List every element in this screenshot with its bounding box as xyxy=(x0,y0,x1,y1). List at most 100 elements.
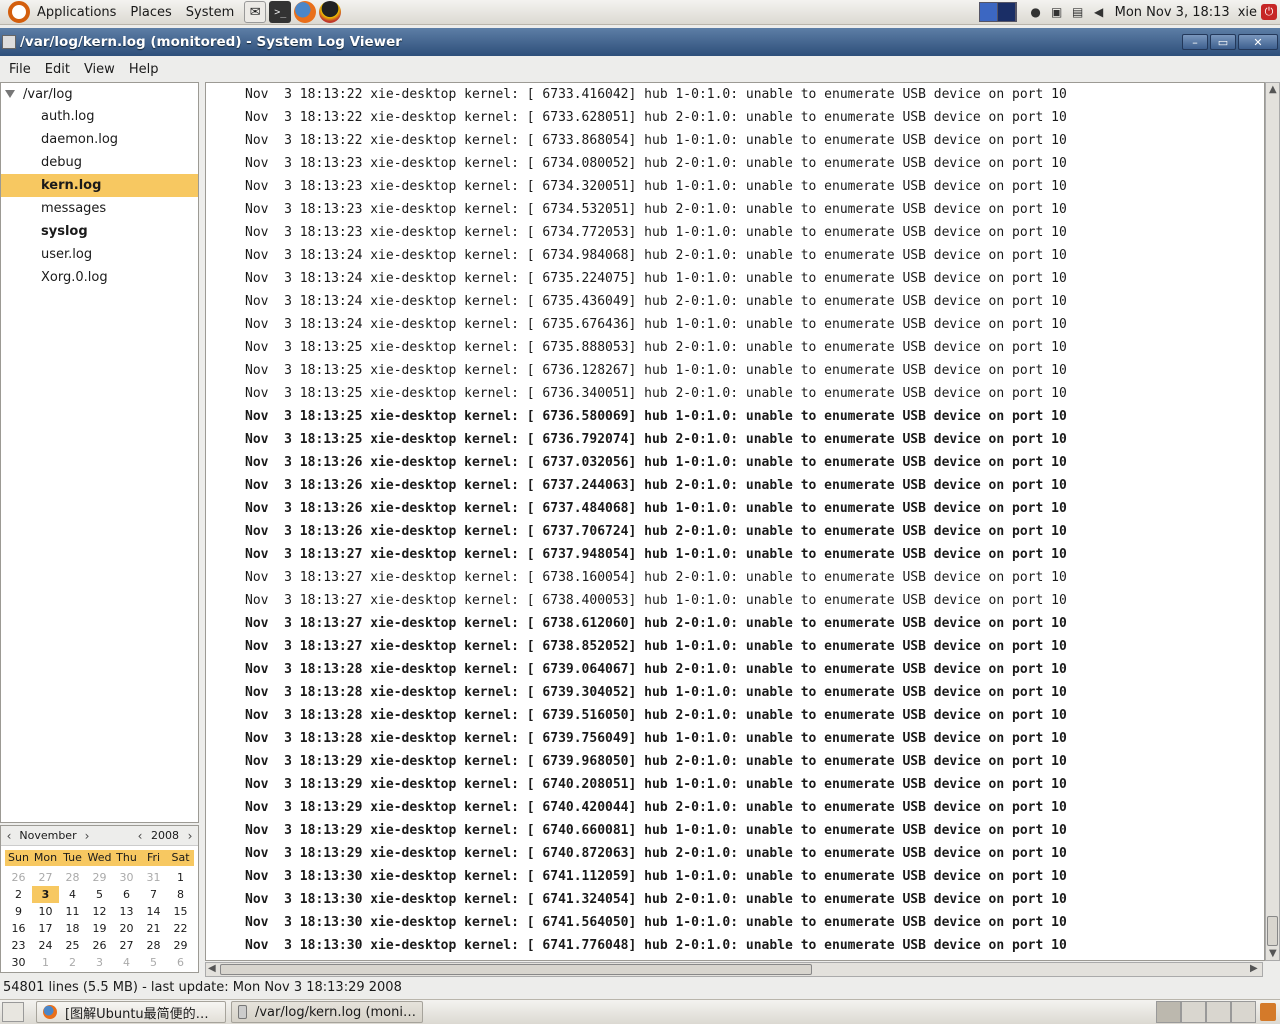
log-line[interactable]: Nov 3 18:13:23 xie-desktop kernel: [ 673… xyxy=(206,152,1264,175)
close-button[interactable]: ✕ xyxy=(1238,34,1278,50)
window-titlebar[interactable]: /var/log/kern.log (monitored) - System L… xyxy=(0,28,1280,56)
log-item-kern[interactable]: kern.log xyxy=(1,174,198,197)
taskbar-firefox[interactable]: [图解Ubuntu最简便的… xyxy=(36,1001,226,1023)
scroll-left-icon[interactable]: ◀ xyxy=(208,963,216,974)
log-item-daemon[interactable]: daemon.log xyxy=(1,128,198,151)
log-line[interactable]: Nov 3 18:13:26 xie-desktop kernel: [ 673… xyxy=(206,474,1264,497)
calendar-day[interactable]: 12 xyxy=(86,903,113,920)
workspace-3[interactable] xyxy=(1206,1001,1231,1023)
log-item-messages[interactable]: messages xyxy=(1,197,198,220)
log-item-xorg[interactable]: Xorg.0.log xyxy=(1,266,198,289)
user-name[interactable]: xie xyxy=(1238,5,1257,20)
minimize-button[interactable]: – xyxy=(1182,34,1208,50)
log-line[interactable]: Nov 3 18:13:27 xie-desktop kernel: [ 673… xyxy=(206,566,1264,589)
log-line[interactable]: Nov 3 18:13:25 xie-desktop kernel: [ 673… xyxy=(206,428,1264,451)
calendar-day[interactable]: 27 xyxy=(32,869,59,886)
calendar-day[interactable]: 4 xyxy=(113,954,140,971)
taskbar-log-viewer[interactable]: /var/log/kern.log (moni… xyxy=(231,1001,423,1023)
calendar-day[interactable]: 23 xyxy=(5,937,32,954)
mail-launcher-icon[interactable]: ✉ xyxy=(244,1,267,23)
calendar-day[interactable]: 29 xyxy=(167,937,194,954)
tree-root-var-log[interactable]: /var/log xyxy=(1,83,198,105)
calendar-day[interactable]: 1 xyxy=(167,869,194,886)
calendar-day[interactable]: 28 xyxy=(140,937,167,954)
log-line[interactable]: Nov 3 18:13:25 xie-desktop kernel: [ 673… xyxy=(206,382,1264,405)
calendar-day[interactable]: 14 xyxy=(140,903,167,920)
calendar-day[interactable]: 11 xyxy=(59,903,86,920)
calendar-day[interactable]: 2 xyxy=(59,954,86,971)
calendar-day[interactable]: 29 xyxy=(86,869,113,886)
log-line[interactable]: Nov 3 18:13:27 xie-desktop kernel: [ 673… xyxy=(206,612,1264,635)
calendar-day[interactable]: 6 xyxy=(113,886,140,903)
log-line[interactable]: Nov 3 18:13:23 xie-desktop kernel: [ 673… xyxy=(206,175,1264,198)
log-item-user[interactable]: user.log xyxy=(1,243,198,266)
calendar-day[interactable]: 30 xyxy=(5,954,32,971)
horizontal-scroll-thumb[interactable] xyxy=(220,964,812,975)
log-line[interactable]: Nov 3 18:13:29 xie-desktop kernel: [ 674… xyxy=(206,819,1264,842)
calendar-day[interactable]: 26 xyxy=(86,937,113,954)
maximize-button[interactable]: ▭ xyxy=(1210,34,1236,50)
places-menu[interactable]: Places xyxy=(123,5,178,20)
network-tray-icon[interactable]: ▣ xyxy=(1048,3,1066,21)
log-line[interactable]: Nov 3 18:13:29 xie-desktop kernel: [ 674… xyxy=(206,773,1264,796)
log-line[interactable]: Nov 3 18:13:27 xie-desktop kernel: [ 673… xyxy=(206,543,1264,566)
scroll-down-icon[interactable]: ▼ xyxy=(1269,948,1277,959)
calendar-day[interactable]: 27 xyxy=(113,937,140,954)
log-line[interactable]: Nov 3 18:13:23 xie-desktop kernel: [ 673… xyxy=(206,198,1264,221)
next-year-icon[interactable]: › xyxy=(182,829,198,843)
prev-month-icon[interactable]: ‹ xyxy=(1,829,17,843)
log-line[interactable]: Nov 3 18:13:28 xie-desktop kernel: [ 673… xyxy=(206,704,1264,727)
vertical-scrollbar[interactable]: ▲ ▼ xyxy=(1265,82,1280,961)
log-line[interactable]: Nov 3 18:13:30 xie-desktop kernel: [ 674… xyxy=(206,911,1264,934)
log-line[interactable]: Nov 3 18:13:30 xie-desktop kernel: [ 674… xyxy=(206,865,1264,888)
log-view[interactable]: Nov 3 18:13:22 xie-desktop kernel: [ 673… xyxy=(205,82,1265,961)
calendar-day[interactable]: 5 xyxy=(140,954,167,971)
scroll-up-icon[interactable]: ▲ xyxy=(1269,84,1277,95)
workspace-4[interactable] xyxy=(1231,1001,1256,1023)
next-month-icon[interactable]: › xyxy=(79,829,95,843)
log-line[interactable]: Nov 3 18:13:22 xie-desktop kernel: [ 673… xyxy=(206,106,1264,129)
log-line[interactable]: Nov 3 18:13:26 xie-desktop kernel: [ 673… xyxy=(206,451,1264,474)
calendar-day[interactable]: 16 xyxy=(5,920,32,937)
calendar-day[interactable]: 24 xyxy=(32,937,59,954)
log-item-auth[interactable]: auth.log xyxy=(1,105,198,128)
calendar-day[interactable]: 2 xyxy=(5,886,32,903)
log-line[interactable]: Nov 3 18:13:29 xie-desktop kernel: [ 674… xyxy=(206,796,1264,819)
calendar-day[interactable]: 13 xyxy=(113,903,140,920)
log-line[interactable]: Nov 3 18:13:28 xie-desktop kernel: [ 673… xyxy=(206,681,1264,704)
show-desktop-icon[interactable] xyxy=(2,1002,24,1022)
workspace-indicator[interactable] xyxy=(978,2,1017,22)
calendar-day[interactable]: 20 xyxy=(113,920,140,937)
expander-icon[interactable] xyxy=(5,90,15,98)
log-line[interactable]: Nov 3 18:13:27 xie-desktop kernel: [ 673… xyxy=(206,635,1264,658)
clock[interactable]: Mon Nov 3, 18:13 xyxy=(1115,5,1230,20)
terminal-launcher-icon[interactable]: >_ xyxy=(269,1,292,23)
calendar-day[interactable]: 18 xyxy=(59,920,86,937)
log-line[interactable]: Nov 3 18:13:24 xie-desktop kernel: [ 673… xyxy=(206,313,1264,336)
applications-menu[interactable]: Applications xyxy=(30,5,123,20)
window-icon[interactable] xyxy=(2,35,16,49)
calendar-day[interactable]: 26 xyxy=(5,869,32,886)
calendar-day[interactable]: 5 xyxy=(86,886,113,903)
help-menu[interactable]: Help xyxy=(122,62,166,77)
trash-icon[interactable] xyxy=(1260,1003,1276,1021)
horizontal-scrollbar[interactable]: ◀ ▶ xyxy=(205,962,1263,977)
calendar-day[interactable]: 28 xyxy=(59,869,86,886)
qq-launcher-icon[interactable] xyxy=(319,1,342,23)
log-line[interactable]: Nov 3 18:13:22 xie-desktop kernel: [ 673… xyxy=(206,83,1264,106)
log-line[interactable]: Nov 3 18:13:24 xie-desktop kernel: [ 673… xyxy=(206,267,1264,290)
log-line[interactable]: Nov 3 18:13:23 xie-desktop kernel: [ 673… xyxy=(206,221,1264,244)
firefox-launcher-icon[interactable] xyxy=(294,1,317,23)
vertical-scroll-thumb[interactable] xyxy=(1267,916,1278,946)
log-line[interactable]: Nov 3 18:13:25 xie-desktop kernel: [ 673… xyxy=(206,336,1264,359)
calendar-day[interactable]: 1 xyxy=(32,954,59,971)
calendar-day[interactable]: 3 xyxy=(86,954,113,971)
ubuntu-logo-icon[interactable] xyxy=(8,1,30,23)
calendar-day[interactable]: 10 xyxy=(32,903,59,920)
log-line[interactable]: Nov 3 18:13:30 xie-desktop kernel: [ 674… xyxy=(206,934,1264,957)
calendar-day[interactable]: 15 xyxy=(167,903,194,920)
log-line[interactable]: Nov 3 18:13:28 xie-desktop kernel: [ 673… xyxy=(206,727,1264,750)
log-line[interactable]: Nov 3 18:13:26 xie-desktop kernel: [ 673… xyxy=(206,497,1264,520)
calendar-day[interactable]: 30 xyxy=(113,869,140,886)
log-line[interactable]: Nov 3 18:13:24 xie-desktop kernel: [ 673… xyxy=(206,244,1264,267)
